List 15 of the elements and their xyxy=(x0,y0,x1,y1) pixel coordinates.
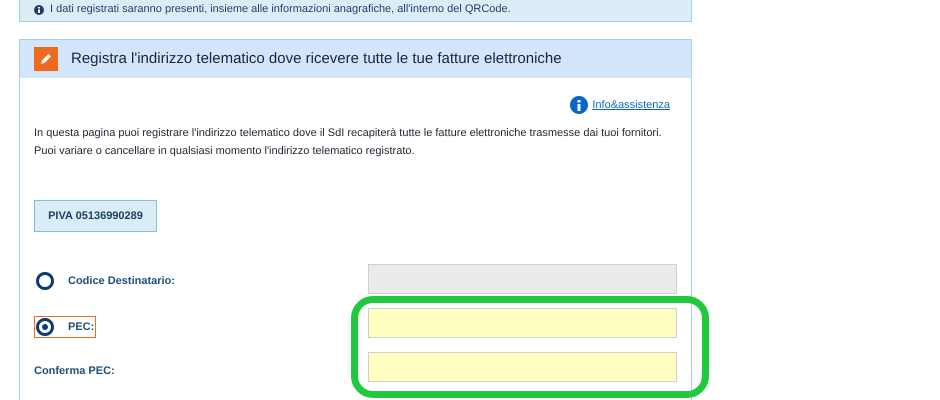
description-text: In questa pagina puoi registrare l'indirizzo telematico dove il SdI recapiterà tutte le fatture elettroniche trasmesse dai tuoi fornitori. xyxy=(34,126,663,140)
option-label: Conferma PEC: xyxy=(34,364,116,379)
description-text: Puoi variare o cancellare in qualsiasi momento l'indirizzo telematico registrato. xyxy=(34,144,416,158)
input-field[interactable] xyxy=(368,308,677,338)
radio-button[interactable] xyxy=(36,318,54,336)
card-title: Registra l'indirizzo telematico dove ricevere tutte le tue fatture elettroniche xyxy=(71,48,562,69)
option-label: PEC: xyxy=(34,316,96,338)
option-label: Codice Destinatario: xyxy=(34,270,177,292)
pencil-icon xyxy=(34,47,58,71)
piva-badge: PIVA 05136990289 xyxy=(34,200,157,232)
notice-text: I dati registrati saranno presenti, insieme alle informazioni anagrafiche, all'interno del QRCode. xyxy=(50,2,511,16)
help-link[interactable]: Info&assistenza xyxy=(592,96,670,114)
input-field[interactable] xyxy=(368,352,677,382)
info-icon xyxy=(34,5,44,15)
info-icon xyxy=(570,96,588,114)
